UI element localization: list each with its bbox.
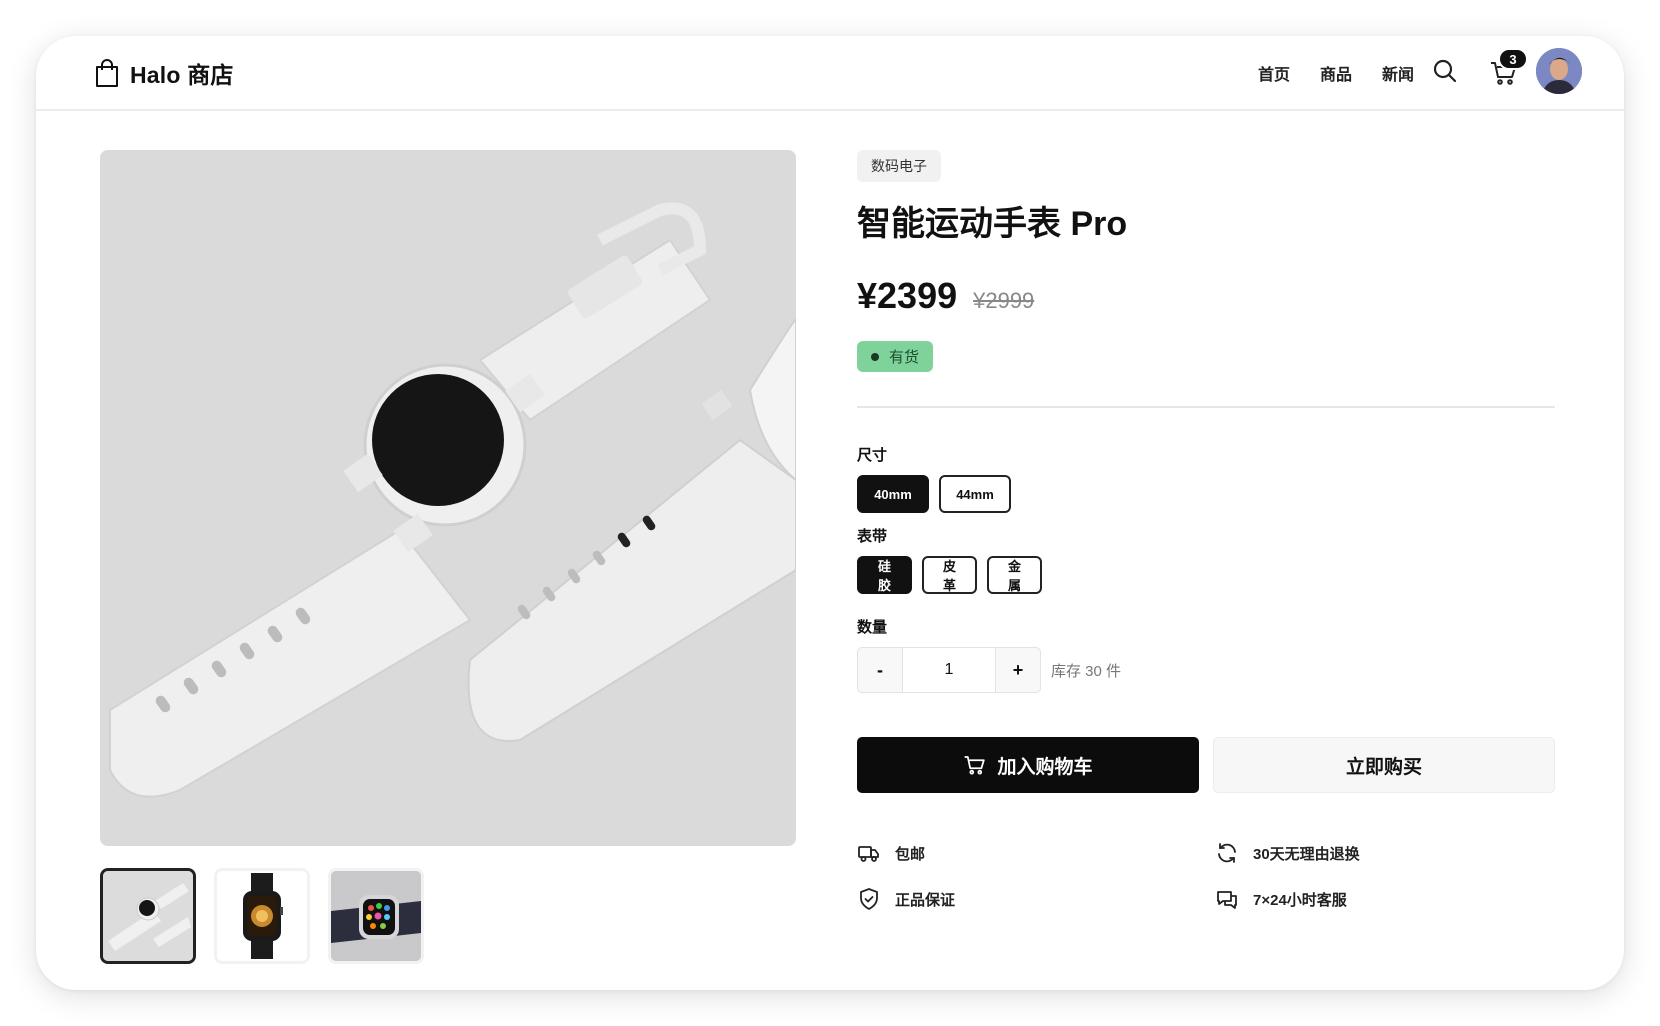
divider (857, 406, 1555, 408)
top-nav-bar: Halo 商店 首页 商品 新闻 3 (36, 36, 1624, 111)
size-option-44mm[interactable]: 44mm (939, 475, 1011, 513)
truck-icon (858, 846, 879, 862)
quantity-section: 数量 - 1 + 库存 30 件 (857, 616, 1557, 693)
brand-name: Halo 商店 (130, 62, 234, 88)
feature-text: 7×24小时客服 (1253, 891, 1347, 909)
avatar[interactable] (1536, 48, 1582, 94)
quantity-label: 数量 (857, 619, 888, 636)
shield-check-icon (860, 888, 878, 910)
band-option-metal[interactable]: 金属 (987, 556, 1042, 594)
thumbnail-apple-watch[interactable] (328, 868, 424, 964)
quantity-input[interactable]: 1 (903, 647, 995, 693)
buy-now-button[interactable]: 立即购买 (1213, 737, 1555, 793)
feature-authentic: 正品保证 (857, 887, 1215, 911)
product-detail-panel: 数码电子 智能运动手表 Pro ¥2399 ¥2999 有货 尺寸 40mm 4… (857, 150, 1557, 911)
size-option-40mm[interactable]: 40mm (857, 475, 929, 513)
stock-count-text: 库存 30 件 (1051, 662, 1122, 680)
category-tag[interactable]: 数码电子 (857, 150, 941, 182)
original-price: ¥2999 (973, 288, 1035, 313)
search-icon[interactable] (1432, 58, 1458, 84)
band-option-leather[interactable]: 皮革 (922, 556, 977, 594)
stock-status-text: 有货 (889, 349, 920, 366)
app-window: Halo 商店 首页 商品 新闻 3 数码电子 智能运动手表 Pro ¥2399… (36, 36, 1624, 990)
feature-text: 30天无理由退换 (1253, 845, 1360, 863)
thumbnail-black-watch[interactable] (214, 868, 310, 964)
feature-support: 7×24小时客服 (1215, 887, 1555, 911)
main-nav: 首页 商品 新闻 (1258, 61, 1414, 85)
feature-text: 包邮 (895, 845, 926, 863)
nav-home[interactable]: 首页 (1258, 61, 1290, 85)
band-label: 表带 (857, 528, 888, 545)
cart-count-badge: 3 (1498, 48, 1528, 70)
band-option-silicone[interactable]: 硅胶 (857, 556, 912, 594)
price-row: ¥2399 ¥2999 (857, 275, 1557, 317)
service-features: 包邮 30天无理由退换 正品保证 7×24小时客服 (857, 841, 1557, 911)
stock-status-badge: 有货 (857, 341, 934, 372)
thumbnail-white-watch[interactable] (100, 868, 196, 964)
nav-products[interactable]: 商品 (1320, 61, 1352, 85)
chat-icon (1217, 891, 1237, 909)
status-dot-icon (871, 352, 879, 361)
quantity-stepper: - 1 + 库存 30 件 (857, 647, 1557, 693)
refresh-icon (1218, 843, 1236, 863)
product-title: 智能运动手表 Pro (857, 205, 1128, 243)
quantity-decrease-button[interactable]: - (857, 647, 903, 693)
feature-free-shipping: 包邮 (857, 841, 1215, 865)
thumbnail-strip (100, 868, 424, 964)
current-price: ¥2399 (857, 275, 958, 316)
feature-text: 正品保证 (895, 891, 956, 909)
band-option-section: 表带 硅胶 皮革 金属 (857, 525, 1557, 594)
add-to-cart-button[interactable]: 加入购物车 (857, 737, 1199, 793)
nav-news[interactable]: 新闻 (1382, 61, 1414, 85)
buy-now-label: 立即购买 (1345, 756, 1422, 778)
product-main-image[interactable] (100, 150, 796, 846)
brand-logo[interactable]: Halo 商店 (94, 56, 234, 90)
action-buttons: 加入购物车 立即购买 (857, 737, 1557, 793)
size-option-section: 尺寸 40mm 44mm (857, 444, 1557, 513)
feature-returns: 30天无理由退换 (1215, 841, 1555, 865)
size-label: 尺寸 (857, 447, 888, 464)
cart-icon (965, 756, 986, 775)
quantity-increase-button[interactable]: + (995, 647, 1041, 693)
size-options: 40mm 44mm (857, 475, 1557, 513)
shopping-bag-icon (96, 59, 118, 87)
add-to-cart-label: 加入购物车 (997, 756, 1093, 778)
band-options: 硅胶 皮革 金属 (857, 556, 1557, 594)
